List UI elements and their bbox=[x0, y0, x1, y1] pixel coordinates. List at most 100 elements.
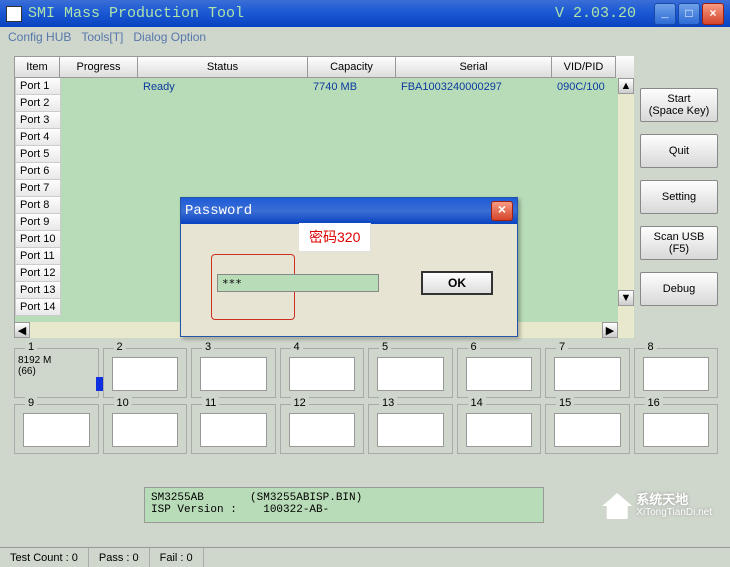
slot-box bbox=[200, 413, 267, 447]
slot-2[interactable]: 2 bbox=[103, 348, 188, 398]
table-row[interactable]: Port 2 bbox=[15, 95, 634, 112]
slot-box bbox=[643, 357, 710, 391]
table-row[interactable]: Port 1Ready7740 MBFBA1003240000297090C/1… bbox=[15, 78, 634, 95]
menu-bar: Config HUB Tools[T] Dialog Option bbox=[0, 27, 730, 47]
scan-usb-button[interactable]: Scan USB (F5) bbox=[640, 226, 718, 260]
password-input[interactable]: *** bbox=[217, 274, 379, 292]
menu-dialog-option[interactable]: Dialog Option bbox=[133, 30, 206, 44]
row-port-label: Port 14 bbox=[15, 299, 61, 316]
menu-tools[interactable]: Tools[T] bbox=[81, 30, 123, 44]
cell-vidpid bbox=[553, 282, 617, 299]
watermark-line1: 系统天地 bbox=[636, 493, 712, 506]
row-port-label: Port 7 bbox=[15, 180, 61, 197]
quit-button[interactable]: Quit bbox=[640, 134, 718, 168]
cell-vidpid bbox=[553, 231, 617, 248]
scroll-down-icon[interactable]: ▼ bbox=[618, 290, 634, 306]
cell-vidpid: 090C/100 bbox=[553, 78, 617, 95]
dialog-close-button[interactable]: × bbox=[491, 201, 513, 221]
col-status[interactable]: Status bbox=[138, 56, 308, 78]
slot-label: 5 bbox=[379, 341, 391, 353]
annotation-label: 密码320 bbox=[299, 223, 371, 252]
slot-label: 8 bbox=[645, 341, 657, 353]
slot-box bbox=[554, 357, 621, 391]
slot-15[interactable]: 15 bbox=[545, 404, 630, 454]
cell-serial bbox=[397, 163, 553, 180]
slot-box bbox=[466, 357, 533, 391]
ok-button[interactable]: OK bbox=[421, 271, 493, 295]
slot-6[interactable]: 6 bbox=[457, 348, 542, 398]
scroll-left-icon[interactable]: ◀ bbox=[14, 322, 30, 338]
slot-1[interactable]: 18192 M(66) bbox=[14, 348, 99, 398]
maximize-button[interactable]: □ bbox=[678, 3, 700, 25]
cell-capacity bbox=[309, 163, 397, 180]
slot-5[interactable]: 5 bbox=[368, 348, 453, 398]
slot-info: 8192 M(66) bbox=[18, 355, 51, 377]
slot-label: 11 bbox=[202, 397, 219, 409]
cell-capacity: 7740 MB bbox=[309, 78, 397, 95]
row-port-label: Port 10 bbox=[15, 231, 61, 248]
row-port-label: Port 9 bbox=[15, 214, 61, 231]
col-capacity[interactable]: Capacity bbox=[308, 56, 396, 78]
vertical-scrollbar[interactable]: ▲ ▼ bbox=[618, 78, 634, 322]
cell-progress bbox=[61, 231, 139, 248]
slot-14[interactable]: 14 bbox=[457, 404, 542, 454]
menu-config-hub[interactable]: Config HUB bbox=[8, 30, 71, 44]
cell-progress bbox=[61, 265, 139, 282]
close-button[interactable]: × bbox=[702, 3, 724, 25]
cell-status: Ready bbox=[139, 78, 309, 95]
table-row[interactable]: Port 3 bbox=[15, 112, 634, 129]
cell-status bbox=[139, 146, 309, 163]
slot-box bbox=[289, 357, 356, 391]
cell-vidpid bbox=[553, 265, 617, 282]
cell-vidpid bbox=[553, 214, 617, 231]
row-port-label: Port 13 bbox=[15, 282, 61, 299]
scroll-right-icon[interactable]: ▶ bbox=[602, 322, 618, 338]
slot-4[interactable]: 4 bbox=[280, 348, 365, 398]
col-vidpid[interactable]: VID/PID bbox=[552, 56, 616, 78]
title-bar[interactable]: SMI Mass Production Tool V 2.03.20 _ □ × bbox=[0, 0, 730, 27]
table-row[interactable]: Port 6 bbox=[15, 163, 634, 180]
dialog-title-bar[interactable]: Password × bbox=[181, 198, 517, 224]
cell-progress bbox=[61, 282, 139, 299]
table-row[interactable]: Port 4 bbox=[15, 129, 634, 146]
slot-12[interactable]: 12 bbox=[280, 404, 365, 454]
window-title: SMI Mass Production Tool bbox=[28, 5, 555, 22]
cell-capacity bbox=[309, 95, 397, 112]
cell-progress bbox=[61, 112, 139, 129]
debug-button[interactable]: Debug bbox=[640, 272, 718, 306]
slot-label: 10 bbox=[114, 397, 132, 409]
slot-13[interactable]: 13 bbox=[368, 404, 453, 454]
cell-serial bbox=[397, 112, 553, 129]
scroll-up-icon[interactable]: ▲ bbox=[618, 78, 634, 94]
slot-8[interactable]: 8 bbox=[634, 348, 719, 398]
col-progress[interactable]: Progress bbox=[60, 56, 138, 78]
cell-serial bbox=[397, 129, 553, 146]
cell-vidpid bbox=[553, 95, 617, 112]
info-line2: ISP Version : 100322-AB- bbox=[151, 504, 329, 516]
table-row[interactable]: Port 7 bbox=[15, 180, 634, 197]
slots-area: 18192 M(66)2345678910111213141516 bbox=[14, 348, 718, 454]
cell-capacity bbox=[309, 129, 397, 146]
table-row[interactable]: Port 5 bbox=[15, 146, 634, 163]
slot-7[interactable]: 7 bbox=[545, 348, 630, 398]
slot-16[interactable]: 16 bbox=[634, 404, 719, 454]
minimize-button[interactable]: _ bbox=[654, 3, 676, 25]
watermark: 系统天地 XiTongTianDi.net bbox=[602, 493, 712, 519]
setting-button[interactable]: Setting bbox=[640, 180, 718, 214]
start-button[interactable]: Start (Space Key) bbox=[640, 88, 718, 122]
cell-serial bbox=[397, 146, 553, 163]
slot-3[interactable]: 3 bbox=[191, 348, 276, 398]
row-port-label: Port 4 bbox=[15, 129, 61, 146]
app-window: SMI Mass Production Tool V 2.03.20 _ □ ×… bbox=[0, 0, 730, 567]
row-port-label: Port 12 bbox=[15, 265, 61, 282]
slot-11[interactable]: 11 bbox=[191, 404, 276, 454]
row-port-label: Port 1 bbox=[15, 78, 61, 95]
cell-progress bbox=[61, 163, 139, 180]
col-serial[interactable]: Serial bbox=[396, 56, 552, 78]
slot-9[interactable]: 9 bbox=[14, 404, 99, 454]
slot-box bbox=[23, 413, 90, 447]
slot-10[interactable]: 10 bbox=[103, 404, 188, 454]
cell-vidpid bbox=[553, 299, 617, 316]
col-item[interactable]: Item bbox=[14, 56, 60, 78]
slot-label: 1 bbox=[25, 341, 37, 353]
